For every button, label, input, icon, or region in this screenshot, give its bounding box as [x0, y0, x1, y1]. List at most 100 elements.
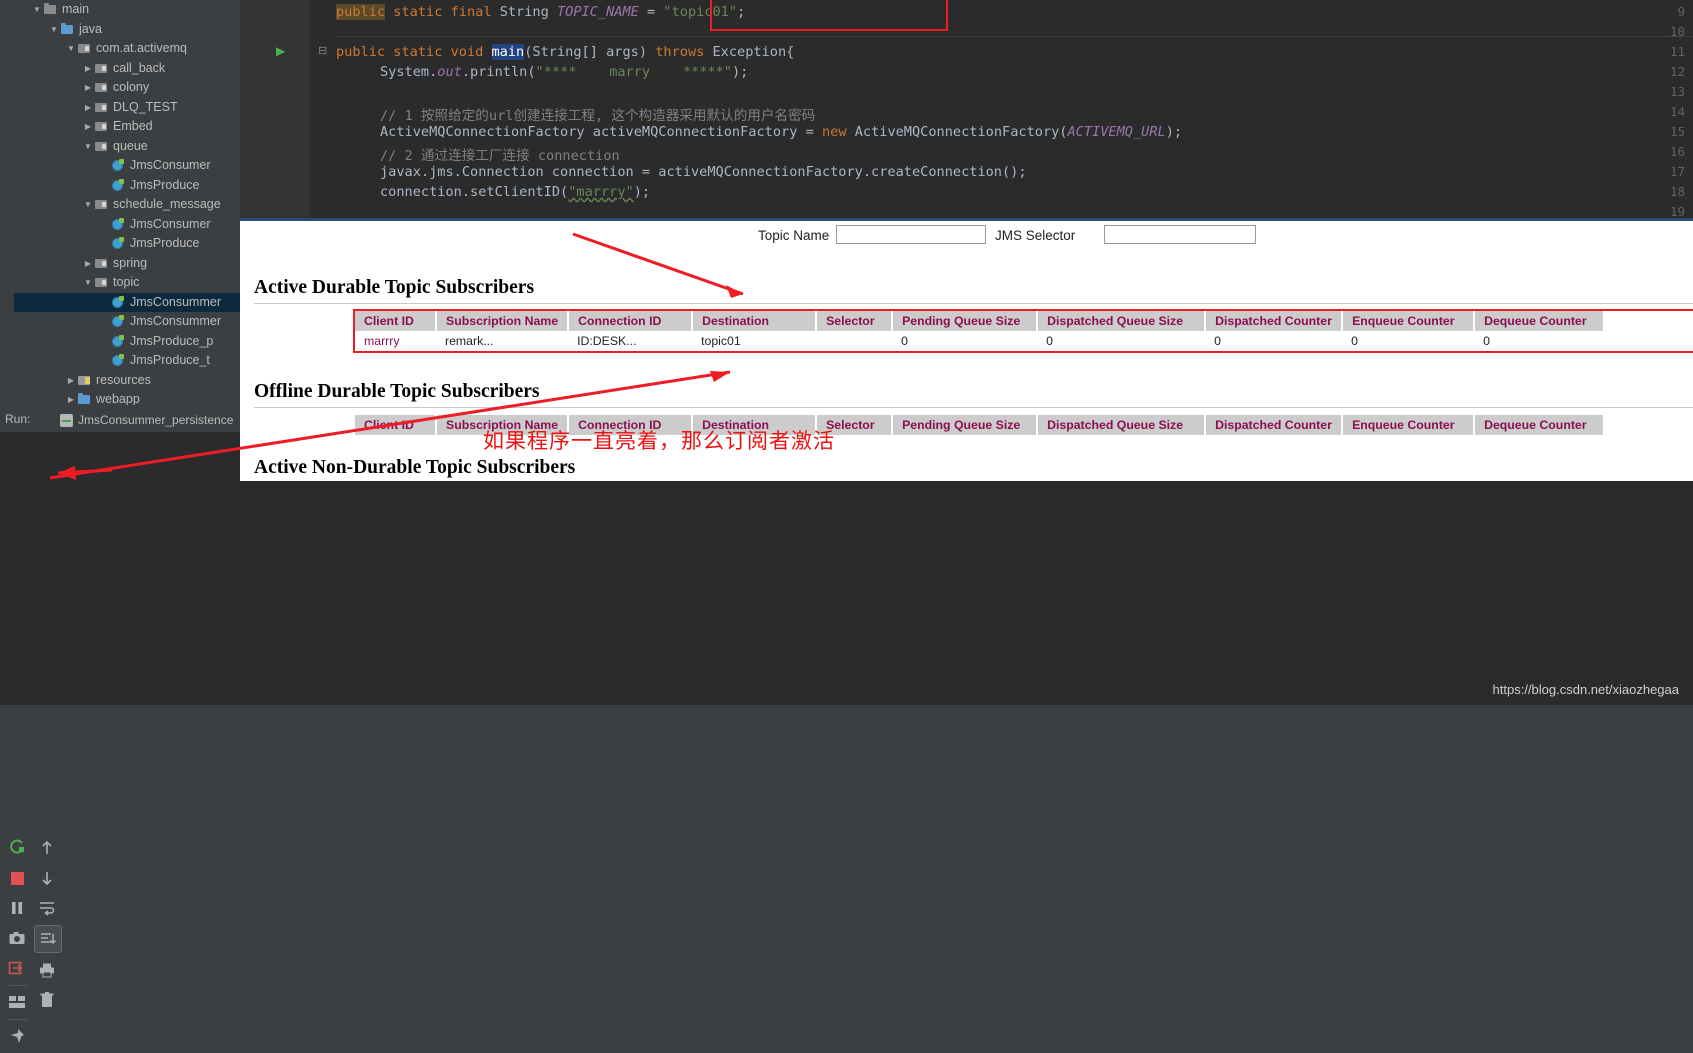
- package-icon: [94, 62, 109, 75]
- tree-node-colony[interactable]: ▶ colony: [14, 78, 240, 98]
- column-header[interactable]: Connection ID: [568, 311, 694, 331]
- stop-icon[interactable]: [4, 865, 30, 891]
- folder-blue-icon: [60, 22, 75, 36]
- layout-icon[interactable]: [4, 989, 30, 1015]
- down-arrow-icon[interactable]: [34, 865, 60, 891]
- run-tab-label: JmsConsummer_persistence: [78, 413, 234, 427]
- column-header[interactable]: Enqueue Counter: [1342, 311, 1476, 331]
- tree-node-jmsproduce[interactable]: JmsProduce: [14, 234, 240, 254]
- tree-node-java[interactable]: ▼ java: [14, 20, 240, 40]
- camera-icon[interactable]: [4, 925, 30, 951]
- cell-destination: topic01: [701, 334, 741, 348]
- chevron-down-icon[interactable]: ▼: [82, 273, 94, 293]
- ide-window: ▼ main ▼ java ▼ com.at.activemq ▶ call_back ▶ col…: [0, 0, 1693, 1043]
- activemq-console-panel[interactable]: Topic Name JMS Selector Active Durable T…: [240, 218, 1693, 481]
- fold-icon[interactable]: ⊟: [318, 44, 332, 57]
- chevron-down-icon[interactable]: ▼: [48, 20, 60, 40]
- tree-node-main[interactable]: ▼ main: [14, 0, 240, 20]
- tree-node-spring[interactable]: ▶ spring: [14, 254, 240, 274]
- code-line-12: System.out.println("**** marry *****");: [380, 64, 749, 80]
- chevron-right-icon[interactable]: ▶: [82, 117, 94, 137]
- column-header[interactable]: Dispatched Queue Size: [1037, 415, 1207, 435]
- code-editor[interactable]: 9 10 11 12 13 14 15 16 17 18 19 ▶ ⊟ publ…: [240, 0, 1693, 218]
- column-header[interactable]: Dequeue Counter: [1474, 311, 1606, 331]
- project-tree[interactable]: ▼ main ▼ java ▼ com.at.activemq ▶ call_back ▶ col…: [14, 0, 240, 405]
- tree-node-webapp[interactable]: ▶ webapp: [14, 390, 240, 405]
- column-header[interactable]: Pending Queue Size: [892, 415, 1039, 435]
- tree-node-embed[interactable]: ▶ Embed: [14, 117, 240, 137]
- table-row[interactable]: marrry remark... ID:DESK... topic01 0 0 0 0 0: [355, 331, 1604, 351]
- export-icon[interactable]: [4, 955, 30, 981]
- column-header[interactable]: Dispatched Queue Size: [1037, 311, 1207, 331]
- column-header[interactable]: Pending Queue Size: [892, 311, 1039, 331]
- tree-node-queue[interactable]: ▼ queue: [14, 137, 240, 157]
- column-header[interactable]: Dequeue Counter: [1474, 415, 1606, 435]
- watermark: https://blog.csdn.net/xiaozhegaa: [1492, 682, 1679, 697]
- annotation-chinese-note: 如果程序一直亮着，那么订阅者激活: [483, 429, 835, 453]
- run-gutter-icon[interactable]: ▶: [276, 44, 285, 58]
- chevron-down-icon[interactable]: ▼: [31, 0, 43, 20]
- chevron-right-icon[interactable]: ▶: [82, 98, 94, 118]
- run-tab[interactable]: JmsConsummer_persistence: [60, 409, 233, 431]
- pause-icon[interactable]: [4, 895, 30, 921]
- run-toolbar-right[interactable]: [34, 835, 62, 1017]
- chevron-down-icon[interactable]: ▼: [82, 195, 94, 215]
- tree-node-label: com.at.activemq: [96, 41, 188, 55]
- tree-node-jmsproduce-t[interactable]: JmsProduce_t: [14, 351, 240, 371]
- topic-name-input[interactable]: [836, 225, 986, 244]
- chevron-right-icon[interactable]: ▶: [65, 371, 77, 391]
- chevron-right-icon[interactable]: ▶: [82, 254, 94, 274]
- column-header[interactable]: Destination: [692, 311, 818, 331]
- line-number: 15: [1669, 124, 1685, 139]
- section-rule: [254, 407, 1693, 408]
- line-number: 14: [1669, 104, 1685, 119]
- up-arrow-icon[interactable]: [34, 835, 60, 861]
- active-durable-table[interactable]: Client ID Subscription Name Connection ID D…: [355, 311, 1606, 351]
- tree-node-jmsproduce[interactable]: JmsProduce: [14, 176, 240, 196]
- tree-node-jmsconsummer[interactable]: JmsConsummer: [14, 312, 240, 332]
- tree-node-schedule-message[interactable]: ▼ schedule_message: [14, 195, 240, 215]
- print-icon[interactable]: [34, 957, 60, 983]
- run-toolbar-left[interactable]: [4, 835, 32, 1053]
- chevron-down-icon[interactable]: ▼: [65, 39, 77, 59]
- java-class-icon: [111, 159, 126, 172]
- column-header[interactable]: Client ID: [355, 311, 437, 331]
- column-header[interactable]: Dispatched Counter: [1205, 415, 1344, 435]
- chevron-right-icon[interactable]: ▶: [65, 390, 77, 405]
- code-line-14: // 1 按照给定的url创建连接工程, 这个构造器采用默认的用户名密码: [380, 108, 816, 124]
- tree-node-dlq-test[interactable]: ▶ DLQ_TEST: [14, 98, 240, 118]
- trash-icon[interactable]: [34, 987, 60, 1013]
- tree-node-label: JmsConsummer: [130, 314, 221, 328]
- tree-node-label: spring: [113, 255, 148, 270]
- chevron-down-icon[interactable]: ▼: [82, 137, 94, 157]
- column-header[interactable]: Selector: [816, 311, 894, 331]
- tree-node-jmsconsumer[interactable]: JmsConsumer: [14, 156, 240, 176]
- jms-selector-input[interactable]: [1104, 225, 1256, 244]
- toolbar-divider: [9, 985, 27, 986]
- rerun-icon[interactable]: [4, 835, 30, 861]
- column-header[interactable]: Dispatched Counter: [1205, 311, 1344, 331]
- tree-node-jmsconsumer[interactable]: JmsConsumer: [14, 215, 240, 235]
- tree-node-jmsconsummer[interactable]: JmsConsummer: [14, 292, 240, 312]
- package-icon: [94, 101, 109, 114]
- annotation-box-client-id: [710, 0, 948, 31]
- package-icon: [94, 257, 109, 270]
- column-header[interactable]: Enqueue Counter: [1342, 415, 1476, 435]
- scroll-to-end-icon[interactable]: [34, 925, 62, 953]
- tree-node-jmsproduce-p[interactable]: JmsProduce_p: [14, 332, 240, 352]
- pin-icon[interactable]: [4, 1023, 30, 1049]
- tree-node-call-back[interactable]: ▶ call_back: [14, 59, 240, 79]
- column-header[interactable]: Client ID: [355, 415, 437, 435]
- chevron-right-icon[interactable]: ▶: [82, 59, 94, 79]
- soft-wrap-icon[interactable]: [34, 895, 60, 921]
- java-class-icon: [111, 217, 126, 231]
- tree-node-com-at-activemq[interactable]: ▼ com.at.activemq: [14, 39, 240, 59]
- column-header[interactable]: Subscription Name: [436, 311, 570, 331]
- tree-node-resources[interactable]: ▶ resources: [14, 371, 240, 391]
- cell-client-id: marrry: [364, 334, 400, 348]
- tree-node-label: JmsProduce_p: [130, 333, 214, 348]
- code-line-17: javax.jms.Connection connection = active…: [380, 164, 1027, 180]
- chevron-right-icon[interactable]: ▶: [82, 78, 94, 98]
- tree-node-topic[interactable]: ▼ topic: [14, 273, 240, 293]
- folder-gray-icon: [43, 3, 58, 16]
